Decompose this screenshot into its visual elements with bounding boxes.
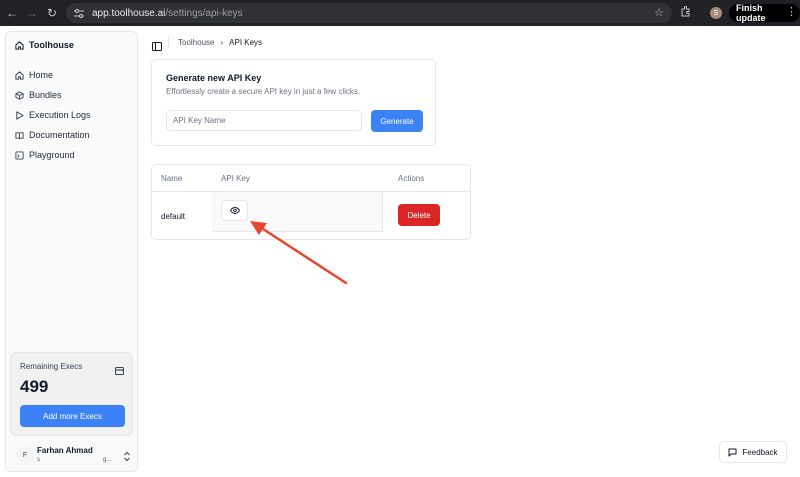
- brand-name: Toolhouse: [29, 40, 74, 50]
- box-icon: [15, 90, 24, 100]
- breadcrumb-separator: ›: [220, 38, 224, 47]
- sidebar-item-label: Execution Logs: [29, 110, 91, 120]
- sidebar-item-home[interactable]: Home: [15, 65, 91, 85]
- message-square-icon: [728, 448, 737, 457]
- user-email-end: g...: [103, 457, 112, 463]
- brand[interactable]: Toolhouse: [15, 40, 74, 50]
- book-icon: [15, 131, 24, 140]
- key-name-cell: default: [161, 212, 186, 221]
- sidebar-toggle-icon[interactable]: [152, 38, 162, 51]
- remaining-execs-card: Remaining Execs 499 Add more Execs: [10, 352, 133, 436]
- user-email: s: [37, 457, 40, 463]
- column-header-name: Name: [161, 174, 183, 183]
- sidebar-item-label: Bundles: [29, 90, 62, 100]
- browser-toolbar: ← → ↻ app.toolhouse.ai/settings/api-keys…: [0, 0, 800, 26]
- bookmark-star-icon[interactable]: ☆: [654, 6, 664, 19]
- address-bar[interactable]: app.toolhouse.ai/settings/api-keys ☆: [66, 3, 672, 23]
- column-header-actions: Actions: [398, 174, 425, 183]
- credit-card-icon: [115, 362, 124, 375]
- sidebar-item-playground[interactable]: Playground: [15, 145, 91, 165]
- sidebar: Toolhouse Home Bundles Execution Logs Do…: [5, 31, 138, 472]
- breadcrumb-current: API Keys: [229, 38, 263, 47]
- annotation-arrow: [250, 221, 348, 285]
- chevrons-up-down-icon: [123, 449, 131, 462]
- site-settings-icon[interactable]: [72, 6, 86, 20]
- sidebar-item-documentation[interactable]: Documentation: [15, 125, 91, 145]
- sidebar-item-execution-logs[interactable]: Execution Logs: [15, 105, 91, 125]
- url-path: /settings/api-keys: [165, 7, 243, 19]
- home-icon: [15, 40, 24, 50]
- home-icon: [15, 70, 24, 80]
- url-host: app.toolhouse.ai: [92, 7, 166, 19]
- sidebar-item-bundles[interactable]: Bundles: [15, 85, 91, 105]
- column-header-api-key: API Key: [221, 174, 250, 183]
- feedback-button[interactable]: Feedback: [719, 441, 787, 463]
- terminal-icon: [15, 150, 24, 160]
- generate-button[interactable]: Generate: [371, 110, 423, 132]
- header-divider: [168, 36, 169, 48]
- play-icon: [15, 110, 24, 120]
- add-more-execs-button[interactable]: Add more Execs: [20, 405, 125, 427]
- eye-icon: [229, 207, 240, 214]
- sidebar-item-label: Playground: [29, 150, 75, 160]
- profile-avatar[interactable]: S: [710, 7, 722, 19]
- extensions-icon[interactable]: [680, 6, 692, 20]
- avatar: F: [16, 446, 34, 464]
- browser-menu-icon[interactable]: ⋮: [786, 5, 797, 18]
- generate-card-title: Generate new API Key: [166, 73, 262, 83]
- sidebar-item-label: Documentation: [29, 130, 90, 140]
- breadcrumb-root[interactable]: Toolhouse: [178, 38, 214, 47]
- api-key-name-input[interactable]: [166, 110, 362, 131]
- delete-key-button[interactable]: Delete: [398, 204, 440, 226]
- url-text: app.toolhouse.ai/settings/api-keys: [92, 8, 243, 19]
- user-menu[interactable]: F Farhan Ahmad s g...: [12, 442, 133, 468]
- back-arrow-icon[interactable]: ←: [2, 0, 22, 26]
- feedback-label: Feedback: [742, 447, 778, 457]
- reload-icon[interactable]: ↻: [42, 0, 62, 26]
- remaining-execs-count: 499: [20, 377, 49, 396]
- breadcrumb: Toolhouse › API Keys: [178, 38, 262, 47]
- user-name: Farhan Ahmad: [37, 446, 93, 455]
- remaining-execs-title: Remaining Execs: [20, 362, 83, 371]
- sidebar-item-label: Home: [29, 70, 54, 80]
- forward-arrow-icon[interactable]: →: [22, 0, 42, 26]
- sidebar-nav: Home Bundles Execution Logs Documentatio…: [15, 65, 91, 165]
- generate-api-key-card: Generate new API Key Effortlessly create…: [151, 59, 436, 146]
- generate-card-description: Effortlessly create a secure API key in …: [166, 87, 361, 96]
